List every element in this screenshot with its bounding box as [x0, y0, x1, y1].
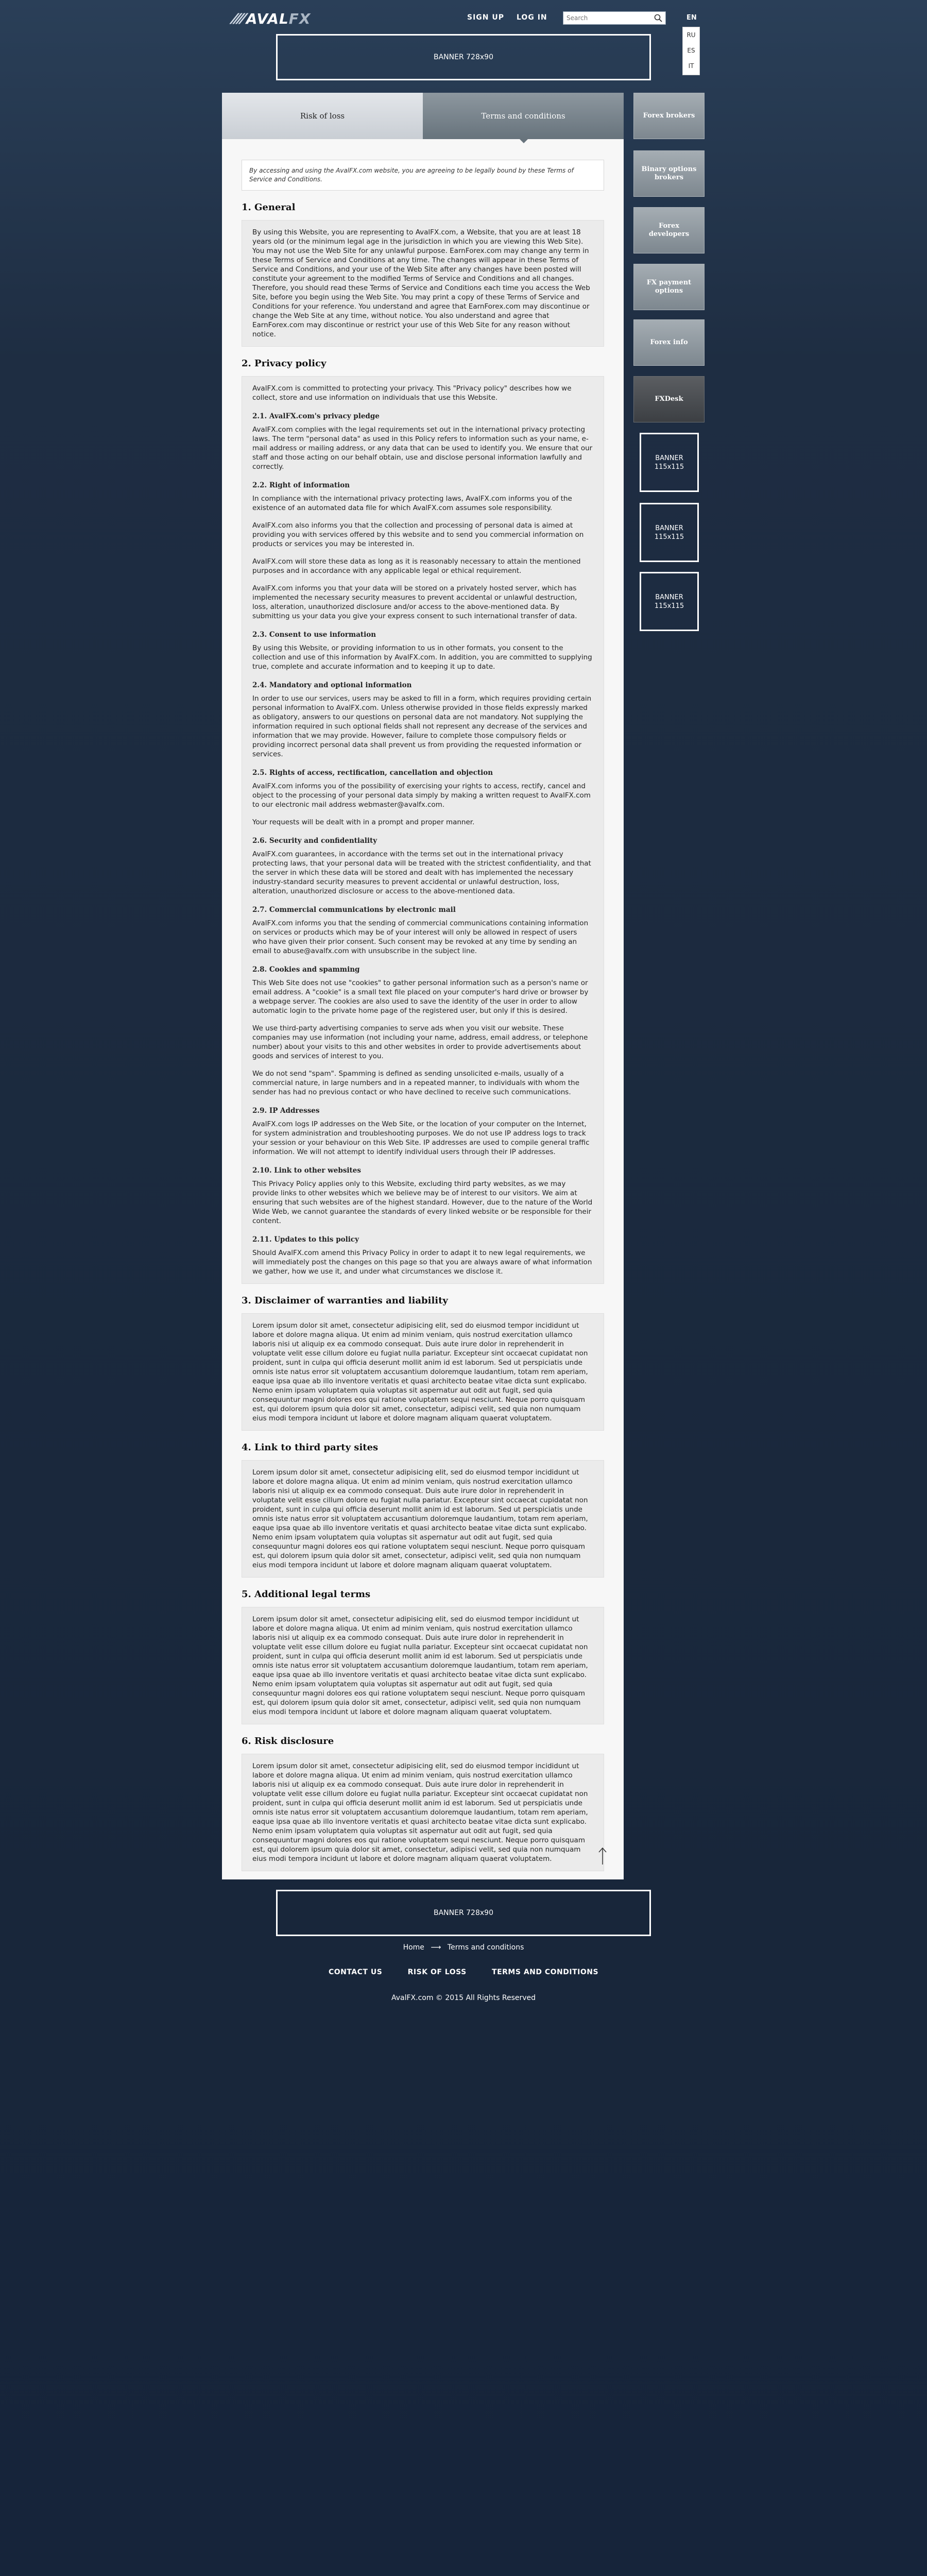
paragraph: Lorem ipsum dolor sit amet, consectetur … — [252, 1468, 588, 1569]
search-icon[interactable] — [654, 14, 662, 22]
paragraph: This Web Site does not use "cookies" to … — [252, 979, 589, 1015]
paragraph: By using this Website, or providing info… — [252, 644, 592, 671]
paragraph: AvalFX.com informs you that the sending … — [252, 919, 589, 955]
subsection-title: 2.3. Consent to use information — [252, 631, 376, 639]
subsection-title: 2.2. Right of information — [252, 481, 350, 489]
paragraph: In order to use our services, users may … — [252, 694, 592, 758]
footer-link-contact-us[interactable]: CONTACT US — [329, 1968, 382, 1976]
section-box-additional-terms: Lorem ipsum dolor sit amet, consectetur … — [242, 1607, 604, 1724]
search-box — [563, 11, 666, 25]
paragraph: AvalFX.com also informs you that the col… — [252, 521, 584, 548]
intro-notice: By accessing and using the AvalFX.com we… — [242, 160, 604, 191]
paragraph: This Privacy Policy applies only to this… — [252, 1180, 593, 1225]
copyright: AvalFX.com © 2015 All Rights Reserved — [391, 1994, 536, 2002]
section-title-general: 1. General — [242, 202, 296, 213]
tab-risk-of-loss[interactable]: Risk of loss — [222, 93, 423, 139]
sidebar-item-forex-brokers[interactable]: Forex brokers — [633, 93, 705, 139]
sidebar-item-forex-info[interactable]: Forex info — [633, 319, 705, 366]
arrow-right-icon: ⟶ — [431, 1943, 441, 1952]
signup-link[interactable]: SIGN UP — [467, 13, 504, 22]
language-option-it[interactable]: IT — [683, 58, 699, 74]
content-tabs: Risk of loss Terms and conditions — [222, 93, 624, 139]
breadcrumb-home-link[interactable]: Home — [403, 1943, 424, 1952]
paragraph: Should AvalFX.com amend this Privacy Pol… — [252, 1249, 592, 1276]
section-box-disclaimer: Lorem ipsum dolor sit amet, consectetur … — [242, 1313, 604, 1431]
search-input[interactable] — [563, 12, 648, 24]
paragraph: We use third-party advertising companies… — [252, 1024, 588, 1060]
language-option-ru[interactable]: RU — [683, 27, 699, 43]
site-header: ⁄⁄⁄⁄AVALFX SIGN UP LOG IN EN — [0, 0, 927, 31]
terms-body: By accessing and using the AvalFX.com we… — [242, 160, 604, 1871]
paragraph: We do not send "spam". Spamming is defin… — [252, 1070, 580, 1096]
paragraph: Lorem ipsum dolor sit amet, consectetur … — [252, 1321, 588, 1422]
paragraph: AvalFX.com is committed to protecting yo… — [252, 384, 572, 402]
side-banner[interactable]: BANNER 115x115 — [640, 503, 699, 562]
subsection-title: 2.9. IP Addresses — [252, 1107, 320, 1115]
footer-link-risk-of-loss[interactable]: RISK OF LOSS — [408, 1968, 467, 1976]
sidebar-item-fx-payment-options[interactable]: FX payment options — [633, 264, 705, 310]
main-content: Risk of loss Terms and conditions By acc… — [222, 93, 624, 1879]
sidebar-item-fxdesk[interactable]: FXDesk — [633, 376, 705, 422]
subsection-title: 2.1. AvalFX.com's privacy pledge — [252, 412, 380, 420]
breadcrumb: Home ⟶ Terms and conditions — [0, 1943, 927, 1952]
section-title-disclaimer: 3. Disclaimer of warranties and liabilit… — [242, 1295, 448, 1306]
subsection-title: 2.10. Link to other websites — [252, 1166, 361, 1175]
side-banner[interactable]: BANNER 115x115 — [640, 572, 699, 631]
section-title-third-party: 4. Link to third party sites — [242, 1442, 379, 1453]
sidebar-item-binary-options-brokers[interactable]: Binary options brokers — [633, 150, 705, 197]
top-banner[interactable]: BANNER 728x90 — [276, 34, 651, 80]
footer-link-terms-and-conditions[interactable]: TERMS AND CONDITIONS — [492, 1968, 598, 1976]
paragraph: AvalFX.com will store these data as long… — [252, 557, 581, 575]
breadcrumb-current: Terms and conditions — [447, 1943, 524, 1952]
language-dropdown: RU ES IT — [682, 27, 700, 75]
language-option-es[interactable]: ES — [683, 43, 699, 58]
subsection-title: 2.6. Security and confidentiality — [252, 837, 377, 845]
login-link[interactable]: LOG IN — [517, 13, 547, 22]
side-banner[interactable]: BANNER 115x115 — [640, 433, 699, 492]
paragraph: Lorem ipsum dolor sit amet, consectetur … — [252, 1762, 588, 1863]
bottom-banner[interactable]: BANNER 728x90 — [276, 1890, 651, 1936]
section-title-privacy: 2. Privacy policy — [242, 358, 327, 369]
paragraph: AvalFX.com logs IP addresses on the Web … — [252, 1120, 590, 1156]
language-selector[interactable]: EN — [686, 14, 697, 22]
sidebar-item-forex-developers[interactable]: Forex developers — [633, 207, 705, 253]
subsection-title: 2.11. Updates to this policy — [252, 1235, 359, 1244]
section-title-additional-terms: 5. Additional legal terms — [242, 1589, 371, 1600]
footer-nav: CONTACT US RISK OF LOSS TERMS AND CONDIT… — [0, 1968, 927, 1976]
site-logo[interactable]: ⁄⁄⁄⁄AVALFX — [233, 10, 311, 27]
subsection-title: 2.5. Rights of access, rectification, ca… — [252, 769, 493, 777]
section-title-risk-disclosure: 6. Risk disclosure — [242, 1736, 334, 1747]
subsection-title: 2.7. Commercial communications by electr… — [252, 906, 456, 914]
section-box-risk-disclosure: Lorem ipsum dolor sit amet, consectetur … — [242, 1754, 604, 1871]
paragraph: AvalFX.com guarantees, in accordance wit… — [252, 850, 591, 895]
section-box-third-party: Lorem ipsum dolor sit amet, consectetur … — [242, 1460, 604, 1578]
section-box-privacy: AvalFX.com is committed to protecting yo… — [242, 376, 604, 1284]
paragraph: AvalFX.com informs you that your data wi… — [252, 584, 577, 620]
paragraph: Your requests will be dealt with in a pr… — [252, 818, 475, 826]
paragraph: AvalFX.com complies with the legal requi… — [252, 426, 593, 471]
paragraph: Lorem ipsum dolor sit amet, consectetur … — [252, 1615, 588, 1716]
paragraph: By using this Website, you are represent… — [252, 228, 590, 338]
section-box-general: By using this Website, you are represent… — [242, 220, 604, 347]
paragraph: In compliance with the international pri… — [252, 495, 572, 512]
subsection-title: 2.8. Cookies and spamming — [252, 965, 360, 974]
paragraph: AvalFX.com informs you of the possibilit… — [252, 782, 591, 809]
active-tab-indicator — [520, 139, 528, 143]
subsection-title: 2.4. Mandatory and optional information — [252, 681, 412, 689]
tab-terms-and-conditions[interactable]: Terms and conditions — [423, 93, 624, 139]
scroll-to-top-icon[interactable] — [597, 1847, 608, 1866]
